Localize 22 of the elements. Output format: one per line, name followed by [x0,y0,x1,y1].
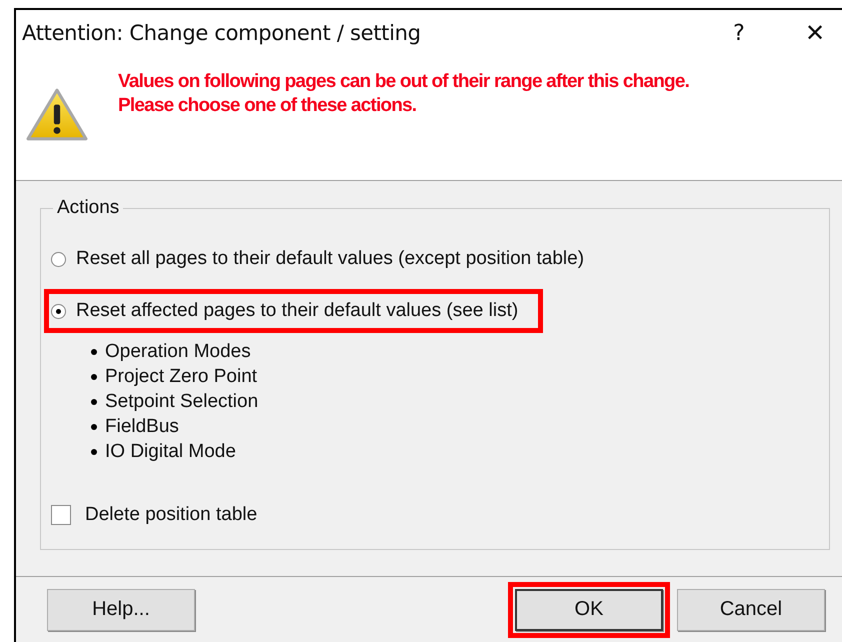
bullet-icon [91,374,97,380]
radio-option[interactable]: Reset affected pages to their default values (see list) [44,289,544,333]
affected-page: Project Zero Point [105,365,258,389]
bullet-icon [91,448,97,454]
window-title: Attention: Change component / setting [22,21,422,45]
delete-position-table-checkbox[interactable]: Delete position table [51,504,829,526]
dialog-button[interactable]: Cancel [677,588,825,630]
bullet-icon [91,424,97,430]
bullet-icon [91,348,97,354]
warning-message: Please choose one of these actions. [118,94,418,118]
affected-page: FieldBus [105,415,179,439]
warning-message: Values on following pages can be out of their range after this change. [118,70,690,94]
affected-page: Setpoint Selection [105,390,258,414]
dialog-button[interactable]: OK [515,588,663,630]
affected-page: Operation Modes [105,340,251,364]
radio-option[interactable]: Reset all pages to their default values (except position table) [44,237,610,281]
bullet-icon [91,398,97,404]
affected-page: IO Digital Mode [105,440,236,464]
dialog-button[interactable]: Help... [47,588,195,630]
help-button[interactable]: ? [716,20,762,46]
warning-icon [26,88,88,142]
close-button[interactable]: ✕ [792,19,838,47]
